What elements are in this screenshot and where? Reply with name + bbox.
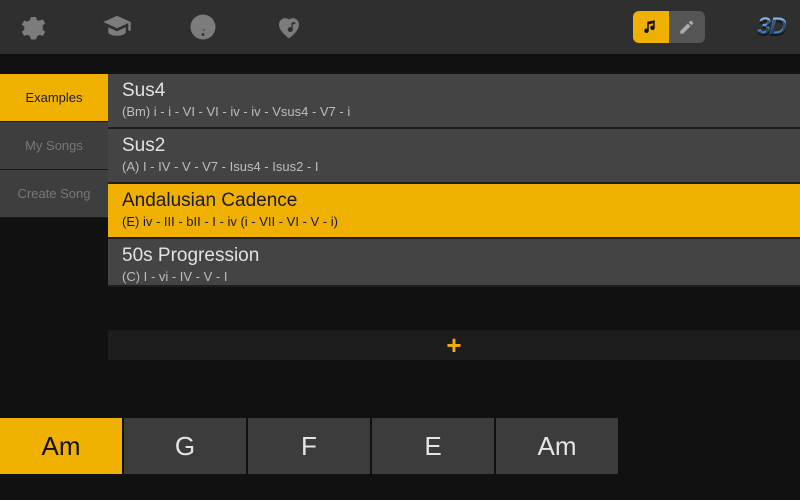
sidebar-tab-examples[interactable]: Examples [0,74,108,122]
main-panel: Examples My Songs Create Song Sus4 (Bm) … [0,74,800,360]
list-item-title: 50s Progression [122,245,786,267]
list-item-sub: (A) I - IV - V - V7 - Isus4 - Isus2 - I [122,159,786,174]
heart-music-icon[interactable] [272,10,306,44]
mode-music-icon[interactable] [633,11,669,43]
sidebar-tab-create-song[interactable]: Create Song [0,170,108,218]
chord-button[interactable]: Am [496,418,620,474]
chord-button[interactable]: F [248,418,372,474]
sidebar: Examples My Songs Create Song [0,74,108,360]
mode-edit-icon[interactable] [669,11,705,43]
list-item-sub: (C) I - vi - IV - V - I [122,269,786,284]
gear-icon[interactable] [14,10,48,44]
list-item[interactable]: Sus2 (A) I - IV - V - V7 - Isus4 - Isus2… [108,129,800,184]
mode-toggle[interactable] [633,11,705,43]
list-item-title: Sus4 [122,80,786,102]
list-item[interactable]: Sus4 (Bm) i - i - VI - VI - iv - iv - Vs… [108,74,800,129]
chord-button[interactable]: E [372,418,496,474]
graduation-cap-icon[interactable] [100,10,134,44]
top-toolbar: 3D [0,0,800,54]
list-item-sub: (E) iv - III - bII - I - iv (i - VII - V… [122,214,786,229]
plus-icon: + [446,330,461,361]
sidebar-tab-my-songs[interactable]: My Songs [0,122,108,170]
chord-button[interactable]: Am [0,418,124,474]
list-item[interactable]: Andalusian Cadence (E) iv - III - bII - … [108,184,800,239]
help-icon[interactable] [186,10,220,44]
list-item-title: Andalusian Cadence [122,190,786,212]
list-item-sub: (Bm) i - i - VI - VI - iv - iv - Vsus4 -… [122,104,786,119]
list-item[interactable]: 50s Progression (C) I - vi - IV - V - I [108,239,800,287]
progression-list: Sus4 (Bm) i - i - VI - VI - iv - iv - Vs… [108,74,800,360]
chord-bar: Am G F E Am [0,418,800,474]
add-button[interactable]: + [108,330,800,360]
list-item-title: Sus2 [122,135,786,157]
three-d-button[interactable]: 3D [757,13,786,41]
chord-button[interactable]: G [124,418,248,474]
